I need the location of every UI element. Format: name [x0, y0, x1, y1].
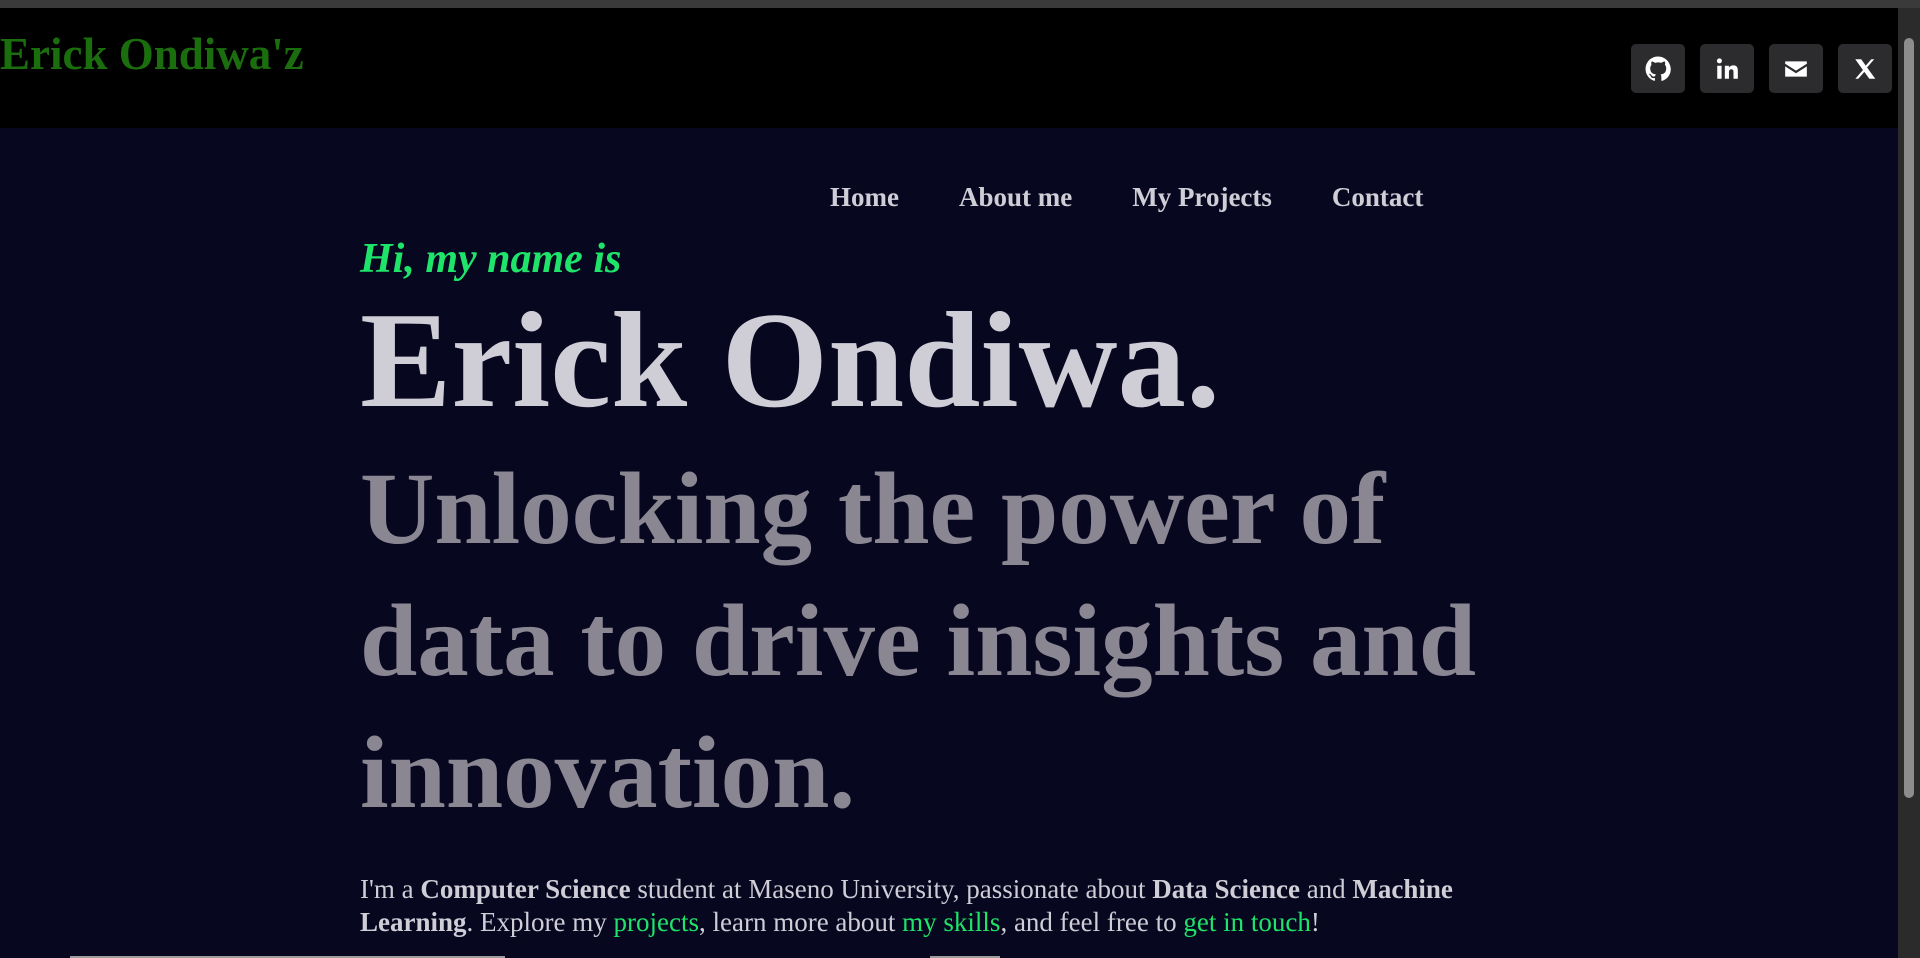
linkedin-icon: [1716, 57, 1738, 79]
github-button[interactable]: [1631, 44, 1685, 93]
github-icon: [1645, 56, 1671, 81]
hero-name: Erick Ondiwa.: [360, 284, 1221, 436]
nav-about-me[interactable]: About me: [959, 182, 1072, 213]
email-icon: [1785, 60, 1807, 77]
intro-text: student at Maseno University, passionate…: [630, 874, 1153, 904]
scrollbar-thumb[interactable]: [1904, 38, 1914, 798]
hero-tagline: Unlocking the power of data to drive ins…: [360, 452, 1477, 830]
intro-text: and: [1299, 874, 1353, 904]
page-scrollbar[interactable]: [1898, 8, 1920, 958]
site-header: Erick Ondiwa'z: [0, 8, 1898, 128]
skills-link[interactable]: my skills: [902, 907, 1000, 937]
hero-greeting: Hi, my name is: [360, 236, 622, 282]
linkedin-button[interactable]: [1700, 44, 1754, 93]
intro-text: !: [1310, 907, 1320, 937]
projects-link[interactable]: projects: [614, 907, 699, 937]
intro-text: , and feel free to: [1000, 907, 1184, 937]
contact-link[interactable]: get in touch: [1183, 907, 1310, 937]
nav-contact[interactable]: Contact: [1332, 182, 1423, 213]
main-nav: Home About me My Projects Contact: [830, 182, 1423, 213]
intro-text: , learn more about: [698, 907, 903, 937]
intro-highlight-ds: Data Science: [1152, 874, 1300, 904]
nav-my-projects[interactable]: My Projects: [1132, 182, 1272, 213]
brand-title[interactable]: Erick Ondiwa'z: [0, 28, 304, 80]
intro-highlight-cs: Computer Science: [420, 874, 631, 904]
hero-section: Hi, my name is Erick Ondiwa. Unlocking t…: [360, 233, 1560, 839]
x-twitter-button[interactable]: [1838, 44, 1892, 93]
intro-text: . Explore my: [466, 907, 614, 937]
intro-text: I'm a: [360, 874, 421, 904]
social-links: [1631, 44, 1892, 93]
intro-paragraph: I'm a Computer Science student at Maseno…: [360, 873, 1560, 939]
email-button[interactable]: [1769, 44, 1823, 93]
nav-home[interactable]: Home: [830, 182, 899, 213]
browser-top-edge: [0, 0, 1920, 8]
x-twitter-icon: [1855, 58, 1876, 79]
